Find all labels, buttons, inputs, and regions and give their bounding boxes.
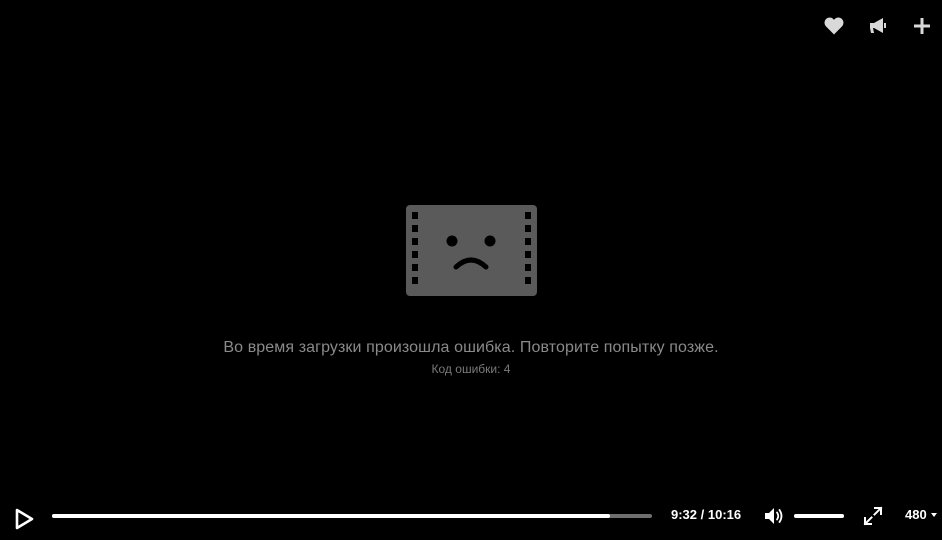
video-player[interactable]: Во время загрузки произошла ошибка. Повт… xyxy=(0,0,942,540)
play-icon[interactable] xyxy=(14,508,34,530)
megaphone-icon xyxy=(870,18,886,33)
sad-film-icon xyxy=(405,205,537,296)
error-code: Код ошибки: 4 xyxy=(431,362,511,376)
top-actions xyxy=(820,14,936,38)
share-button[interactable] xyxy=(864,14,892,38)
volume-slider[interactable] xyxy=(794,514,844,518)
heart-icon xyxy=(824,17,844,35)
progress-fill xyxy=(52,514,610,518)
time-display: 9:32 / 10:16 xyxy=(671,507,742,522)
chevron-down-icon xyxy=(930,512,937,517)
error-panel: Во время загрузки произошла ошибка. Повт… xyxy=(0,205,942,377)
volume-icon[interactable] xyxy=(764,506,784,526)
like-button[interactable] xyxy=(820,14,848,38)
quality-label: 480 xyxy=(905,507,927,522)
add-button[interactable] xyxy=(908,14,936,38)
quality-selector[interactable]: 480 xyxy=(905,507,937,523)
volume-fill xyxy=(794,514,844,518)
control-bar: 9:32 / 10:16 480 xyxy=(0,494,942,540)
fullscreen-icon[interactable] xyxy=(863,506,883,526)
error-message: Во время загрузки произошла ошибка. Повт… xyxy=(223,339,719,356)
progress-bar[interactable] xyxy=(52,514,652,518)
plus-icon xyxy=(914,18,930,34)
